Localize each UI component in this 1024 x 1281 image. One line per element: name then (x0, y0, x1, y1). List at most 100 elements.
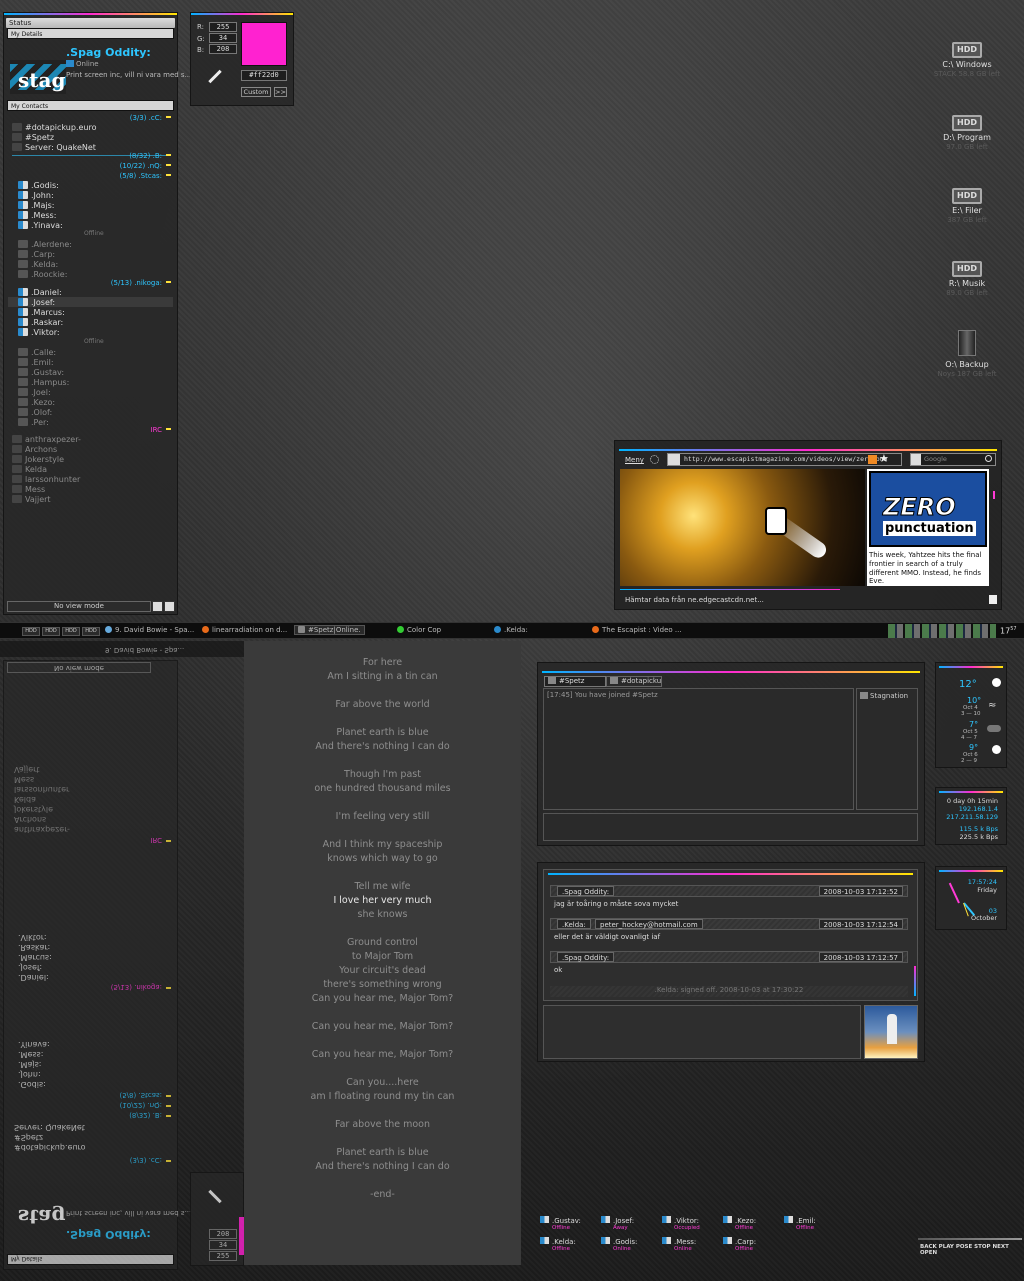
user-status[interactable]: Online (66, 60, 99, 68)
dock-contact[interactable]: .Kelda: Offline (540, 1237, 576, 1252)
taskbar-item-chat[interactable]: .Kelda: (494, 626, 528, 634)
dock-contact[interactable]: .Mess: Online (662, 1237, 696, 1252)
user-message[interactable]: Print screen inc, vill ni vara med s... (66, 71, 191, 79)
contact-mess[interactable]: .Mess: (18, 211, 56, 220)
irc-channel-1[interactable]: #dotapickup.euro (12, 123, 97, 132)
contact-carp[interactable]: .Carp: (18, 250, 55, 259)
taskbar-item-firefox-2[interactable]: The Escapist : Video ... (592, 626, 682, 634)
irc-channel-2[interactable]: #Spetz (12, 133, 54, 142)
contact-emil[interactable]: .Emil: (18, 358, 54, 367)
address-bar[interactable]: http://www.escapistmagazine.com/videos/v… (667, 453, 902, 466)
my-details-header[interactable]: My Details (7, 28, 174, 39)
drive-o[interactable]: O:\ Backup Noys 187 GB left (917, 330, 1017, 378)
avatar[interactable]: stag (10, 60, 66, 94)
taskbar-item-colorcop[interactable]: Color Cop (397, 626, 441, 634)
irc-server[interactable]: Server: QuakeNet (12, 143, 96, 152)
irc-input[interactable] (543, 813, 918, 841)
irc-message-area[interactable]: [17:45] You have joined #Spetz (543, 688, 854, 810)
drive-e[interactable]: HDD E:\ Filer 387 GB left (917, 188, 1017, 224)
contact-alerdene[interactable]: .Alerdene: (18, 240, 72, 249)
dock-contact[interactable]: .Josef: Away (601, 1216, 634, 1231)
irc-user-5[interactable]: larssonhunter (12, 475, 80, 484)
blue-value-field[interactable]: 208 (209, 44, 237, 54)
contact-olof[interactable]: .Olof: (18, 408, 52, 417)
contact-viktor[interactable]: .Viktor: (18, 328, 60, 337)
dock-contact[interactable]: .Godis: Online (601, 1237, 637, 1252)
group-header-nq[interactable]: (10/22) .nQ: (120, 162, 171, 170)
taskbar-item-irc[interactable]: #Spetz|Online. (294, 625, 365, 635)
contact-raskar[interactable]: .Raskar: (18, 318, 63, 327)
dock-contact[interactable]: .Carp: Offline (723, 1237, 756, 1252)
irc-user-4[interactable]: Kelda (12, 465, 47, 474)
search-box[interactable]: Google (910, 453, 996, 466)
group-header-irc[interactable]: IRC (151, 426, 171, 434)
tab-spetz[interactable]: #Spetz (544, 676, 606, 687)
taskbar-item-winamp[interactable]: 9. David Bowie - Spa... (105, 626, 194, 634)
contact-josef[interactable]: .Josef: (18, 298, 55, 307)
contact-gustav[interactable]: .Gustav: (18, 368, 64, 377)
my-contacts-header[interactable]: My Contacts (7, 100, 174, 111)
expand-button[interactable]: >> (274, 87, 287, 97)
dock-contact[interactable]: .Viktor: Occupied (662, 1216, 700, 1231)
irc-user-2[interactable]: Archons (12, 445, 57, 454)
contact-yinava[interactable]: .Yinava: (18, 221, 63, 230)
contact-calle[interactable]: .Calle: (18, 348, 56, 357)
red-value-field[interactable]: 255 (209, 22, 237, 32)
irc-user-6[interactable]: Mess (12, 485, 45, 494)
taskbar-clock[interactable]: 1757 (1000, 626, 1017, 636)
dock-contact[interactable]: .Gustav: Offline (540, 1216, 581, 1231)
workspace-3[interactable]: HDD (62, 627, 80, 636)
contacts-view-icon[interactable] (152, 601, 163, 612)
taskbar-item-firefox-1[interactable]: linearradiation on d... (202, 626, 287, 634)
nick-item[interactable]: Stagnation (860, 692, 908, 700)
dock-contact[interactable]: .Kezo: Offline (723, 1216, 756, 1231)
irc-user-1[interactable]: anthraxpezer- (12, 435, 81, 444)
workspace-1[interactable]: HDD (22, 627, 40, 636)
bookmark-star-icon[interactable]: ★ (879, 452, 889, 465)
reload-icon[interactable] (650, 455, 659, 464)
zero-punctuation-logo[interactable]: ZERO punctuation (869, 471, 987, 547)
contact-kelda[interactable]: .Kelda: (18, 260, 58, 269)
search-icon[interactable] (985, 455, 992, 462)
add-contact-icon[interactable] (164, 601, 175, 612)
rss-icon[interactable] (868, 455, 877, 464)
system-tray[interactable] (888, 624, 996, 638)
contact-hampus[interactable]: .Hampus: (18, 378, 69, 387)
hex-value-field[interactable]: #ff22d0 (241, 70, 287, 81)
status-bar[interactable]: Status (6, 18, 175, 28)
custom-button[interactable]: Custom (241, 87, 271, 97)
workspace-4[interactable]: HDD (82, 627, 100, 636)
menu-button[interactable]: Meny (625, 456, 644, 464)
drive-r[interactable]: HDD R:\ Musik 89.0 GB left (917, 261, 1017, 297)
msg-sender[interactable]: .Spag Oddity: (557, 886, 615, 896)
scroll-indicator[interactable] (993, 491, 995, 499)
workspace-2[interactable]: HDD (42, 627, 60, 636)
user-name[interactable]: .Spag Oddity: (66, 46, 151, 59)
irc-user-3[interactable]: Jokerstyle (12, 455, 64, 464)
contact-roockie[interactable]: .Roockie: (18, 270, 67, 279)
irc-user-7[interactable]: Vajjert (12, 495, 51, 504)
media-controls-right[interactable]: BACK PLAY POSE STOP NEXT OPEN (920, 1244, 1024, 1256)
chat-history[interactable]: .Spag Oddity: 2008-10-03 17:12:52 jag är… (543, 869, 918, 1001)
drive-d[interactable]: HDD D:\ Program 97.0 GB left (917, 115, 1017, 151)
dock-contact[interactable]: .Emil: Offline (784, 1216, 816, 1231)
contact-per[interactable]: .Per: (18, 418, 49, 427)
chat-input[interactable] (543, 1005, 861, 1059)
msg-email[interactable]: peter_hockey@hotmail.com (595, 919, 703, 929)
page-icon[interactable] (989, 595, 997, 604)
irc-nick-list[interactable]: Stagnation (856, 688, 918, 810)
msg-sender[interactable]: .Kelda: (557, 919, 591, 929)
msg-sender[interactable]: .Spag Oddity: (557, 952, 615, 962)
view-mode-select[interactable]: No view mode (7, 601, 151, 612)
contact-kezo[interactable]: .Kezo: (18, 398, 55, 407)
contact-joel[interactable]: .Joel: (18, 388, 51, 397)
contact-picture[interactable] (864, 1005, 918, 1059)
contact-marcus[interactable]: .Marcus: (18, 308, 65, 317)
chat-scrollbar[interactable] (914, 966, 916, 996)
group-header-b[interactable]: (8/32) .B: (129, 152, 171, 160)
eyedropper-icon[interactable] (208, 69, 222, 84)
group-header-stcas[interactable]: (5/8) .Stcas: (119, 172, 171, 180)
contact-daniel[interactable]: .Daniel: (18, 288, 62, 297)
contact-godis[interactable]: .Godis: (18, 181, 59, 190)
tab-dotapickup[interactable]: #dotapicku... (606, 676, 662, 687)
